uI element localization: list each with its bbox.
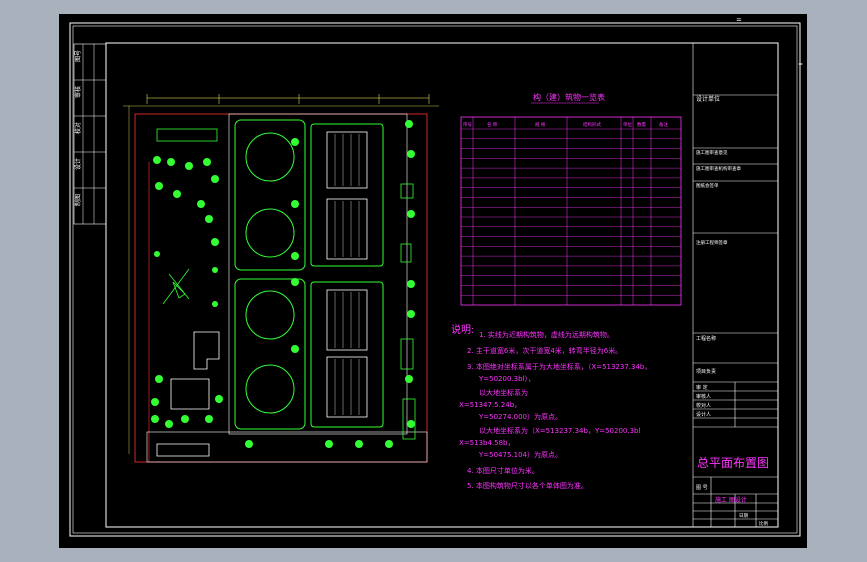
outer-frame: [69, 22, 801, 537]
top-right-mark: =: [736, 16, 742, 24]
note-line-2: 3. 本图绝对坐标系属于为大地坐标系，（X=513237.34b，: [467, 362, 651, 371]
notes-heading: 说明:: [451, 323, 474, 336]
th-6: 备注: [659, 121, 668, 128]
note-line-7: 以大地坐标系为（X=513237.34b，Y=50200.3bl: [479, 426, 640, 435]
office-building: [193, 331, 220, 370]
strip-label-4: 制图: [74, 194, 82, 206]
round-tank: [245, 132, 295, 182]
process-unit: [326, 356, 368, 418]
note-line-11: 5. 本图构筑物尺寸以各个单体图为准。: [467, 481, 588, 490]
sheet-label: 图 号: [696, 485, 708, 491]
strip-label-1: 审核: [74, 86, 82, 98]
landscape-trees: [151, 120, 415, 448]
note-line-6: Y=50274.000）为原点。: [478, 412, 562, 421]
th-5: 数量: [637, 121, 646, 128]
tb-row-0: 施工图审查意见: [696, 149, 728, 156]
unit-hatching: [334, 134, 360, 415]
process-unit: [326, 131, 368, 189]
tb-row-1: 施工图审查机构审查章: [696, 165, 741, 172]
th-0: 序号: [463, 121, 472, 128]
round-tank: [245, 290, 295, 340]
site-plan: [123, 94, 439, 463]
small-building: [400, 243, 412, 263]
note-line-3: Y=50200.3bl），: [478, 375, 535, 383]
drawing-title: 总平面布置图: [697, 456, 769, 470]
gate-structure: [156, 128, 218, 142]
strip-label-3: 设计: [74, 158, 82, 170]
note-line-8: X=513b4.58b，: [459, 439, 515, 447]
tank-block-south: [234, 278, 306, 430]
small-building: [402, 398, 416, 440]
tb-row-3: 注册工程师签章: [696, 239, 728, 246]
south-road: [146, 431, 428, 463]
date-label: 日期: [739, 513, 748, 519]
drawing-number: 施工 图设计: [715, 496, 747, 504]
role-0: 项目负责: [696, 368, 716, 375]
th-4: 单位: [623, 121, 632, 128]
table-grid: [460, 116, 682, 306]
gatehouse: [156, 443, 210, 457]
project-label: 工程名称: [696, 335, 716, 342]
note-line-5: X=51347.5.24b，: [459, 401, 521, 409]
cad-drawing-sheet: = = 图号 审核 校对 设计 制图 设计单位 施工图审查意见 施工图审查机构审…: [59, 14, 807, 548]
strip-label-2: 校对: [74, 122, 82, 134]
cad-canvas: = = 图号 审核 校对 设计 制图 设计单位 施工图审查意见 施工图审查机构审…: [69, 16, 803, 537]
role-2: 审核人: [696, 393, 711, 400]
north-arrow-icon: [162, 268, 190, 305]
note-line-10: 4. 本图尺寸单位为米。: [467, 466, 539, 475]
road-outline: [228, 113, 408, 435]
process-unit: [326, 198, 368, 260]
scale-label: 比例: [759, 520, 768, 527]
process-block-north: [310, 123, 384, 267]
table-title: 构（建）筑物一览表: [533, 92, 605, 102]
process-block-south: [310, 281, 384, 428]
note-line-4: 以大地坐标系为: [479, 388, 528, 397]
main-frame: [105, 42, 779, 528]
tb-row-2: 图纸会签单: [696, 182, 719, 189]
company-label: 设计单位: [696, 95, 720, 103]
th-1: 名 称: [487, 121, 498, 128]
role-3: 校对人: [696, 402, 711, 409]
th-2: 规 格: [535, 121, 546, 128]
side-mark: =: [798, 61, 803, 68]
admin-building: [170, 378, 210, 410]
title-block: [692, 43, 778, 527]
round-tank: [245, 364, 295, 414]
round-tank: [245, 208, 295, 258]
process-unit: [326, 289, 368, 351]
notes-block: 说明: 1. 实线为近期构筑物，虚线为远期构筑物。 2. 主干道宽6米，次干道宽…: [451, 323, 651, 490]
role-1: 审 定: [696, 384, 708, 391]
note-line-0: 1. 实线为近期构筑物，虚线为远期构筑物。: [479, 330, 614, 339]
equipment-table: 构（建）筑物一览表 序号 名 称 规 格 结构形式 单位 数量 备注: [460, 92, 682, 306]
role-4: 设计人: [696, 411, 711, 418]
th-3: 结构形式: [583, 121, 601, 128]
note-line-9: Y=50475.104）为原点。: [478, 450, 562, 459]
note-line-1: 2. 主干道宽6米，次干道宽4米，转弯半径为6米。: [467, 346, 622, 355]
strip-label-0: 图号: [75, 50, 82, 62]
